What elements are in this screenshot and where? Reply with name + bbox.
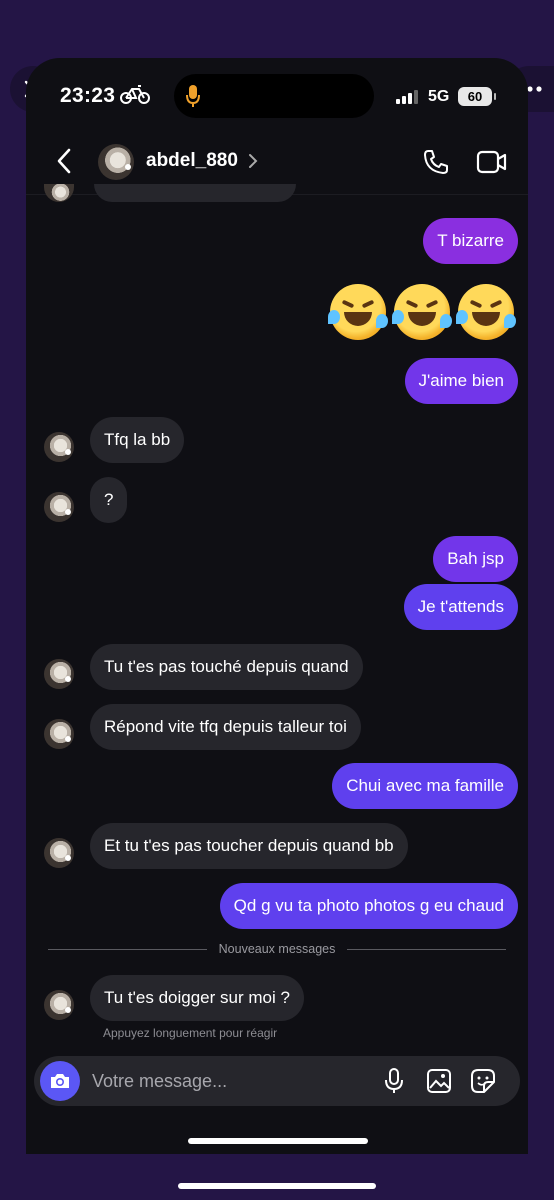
- message-avatar: [44, 432, 74, 462]
- message-bubble-outgoing[interactable]: Je t'attends: [403, 584, 518, 630]
- message-bubble-outgoing[interactable]: Bah jsp: [433, 536, 518, 582]
- bicycle-icon: [120, 84, 150, 111]
- message-bubble-incoming[interactable]: Tu t'es doigger sur moi ?: [90, 975, 304, 1021]
- message-bubble-outgoing[interactable]: T bizarre: [423, 218, 518, 264]
- signal-icon: [396, 90, 418, 104]
- reaction-hint: Appuyez longuement pour réagir: [103, 1026, 278, 1040]
- message-bubble-incoming[interactable]: Tu t'es pas touché depuis quand: [90, 644, 363, 690]
- message-bubble-incoming[interactable]: Répond vite tfq depuis talleur toi: [90, 704, 361, 750]
- message-bubble-incoming[interactable]: Et tu t'es pas toucher depuis quand bb: [90, 823, 408, 869]
- back-icon[interactable]: [56, 148, 72, 179]
- rolling-on-floor-laughing-emoji: [456, 284, 516, 340]
- message-bubble-outgoing[interactable]: Chui avec ma famille: [332, 763, 518, 809]
- contact-username[interactable]: abdel_880: [146, 150, 238, 172]
- microphone-icon[interactable]: [384, 1068, 404, 1099]
- status-time: 23:23: [60, 84, 116, 107]
- message-avatar: [44, 659, 74, 689]
- previous-message-bubble: [94, 184, 296, 202]
- new-messages-divider: Nouveaux messages: [48, 940, 507, 958]
- avatar[interactable]: [98, 144, 134, 180]
- message-avatar: [44, 492, 74, 522]
- message-composer: Votre message...: [34, 1056, 520, 1106]
- message-avatar: [44, 990, 74, 1020]
- phone-call-icon[interactable]: [422, 148, 450, 181]
- video-call-icon[interactable]: [476, 149, 508, 180]
- microphone-active-icon: [186, 84, 200, 113]
- divider-label: Nouveaux messages: [218, 942, 336, 956]
- sticker-icon[interactable]: [470, 1068, 496, 1099]
- home-indicator: [188, 1138, 368, 1144]
- camera-icon[interactable]: [40, 1061, 80, 1101]
- message-bubble-incoming[interactable]: Tfq la bb: [90, 417, 185, 463]
- message-avatar: [44, 719, 74, 749]
- message-bubble-incoming[interactable]: ?: [90, 477, 128, 523]
- status-bar: 23:23 5G 60: [26, 58, 528, 134]
- phone-screen: 23:23 5G 60 abdel_880 T bizarre J'aime b…: [26, 58, 528, 1154]
- rolling-on-floor-laughing-emoji: [328, 284, 388, 340]
- message-avatar: [44, 838, 74, 868]
- battery-icon: 60: [458, 87, 496, 106]
- message-bubble-outgoing[interactable]: J'aime bien: [404, 358, 518, 404]
- network-label: 5G: [428, 88, 450, 105]
- message-input[interactable]: Votre message...: [92, 1071, 227, 1092]
- message-avatar: [44, 184, 74, 202]
- message-bubble-outgoing[interactable]: Qd g vu ta photo photos g eu chaud: [219, 883, 518, 929]
- battery-level: 60: [467, 89, 483, 104]
- dynamic-island: [174, 74, 374, 118]
- outer-home-indicator: [178, 1183, 376, 1189]
- rolling-on-floor-laughing-emoji: [392, 284, 452, 340]
- chevron-right-icon[interactable]: [248, 153, 258, 174]
- gallery-icon[interactable]: [426, 1068, 452, 1099]
